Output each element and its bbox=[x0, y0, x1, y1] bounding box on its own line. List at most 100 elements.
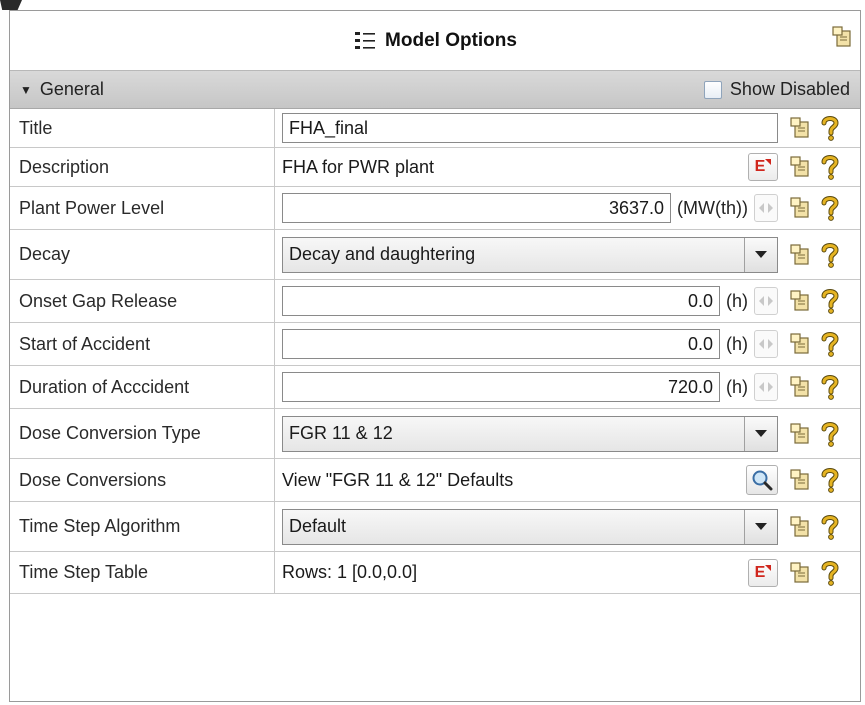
row-label: Time Step Algorithm bbox=[10, 502, 275, 551]
table-row: Duration of Acccident 720.0 (h) bbox=[10, 366, 860, 409]
show-disabled-checkbox[interactable] bbox=[703, 80, 722, 99]
row-actions bbox=[784, 148, 860, 186]
table-row: Onset Gap Release 0.0 (h) bbox=[10, 280, 860, 323]
collapse-triangle-icon[interactable]: ▼ bbox=[20, 83, 32, 97]
row-value-text: View "FGR 11 & 12" Defaults bbox=[282, 469, 514, 490]
table-row: Title FHA_final bbox=[10, 109, 860, 148]
question-mark-icon[interactable] bbox=[818, 242, 842, 268]
dropdown-value: FGR 11 & 12 bbox=[289, 423, 393, 443]
chevron-down-icon[interactable] bbox=[744, 416, 777, 451]
table-row: Plant Power Level 3637.0 (MW(th)) bbox=[10, 187, 860, 230]
spinner-arrows-icon[interactable] bbox=[754, 287, 778, 315]
row-value-cell: FGR 11 & 12 bbox=[275, 409, 784, 458]
unit-label: (h) bbox=[726, 333, 748, 354]
row-label: Onset Gap Release bbox=[10, 280, 275, 322]
row-label: Plant Power Level bbox=[10, 187, 275, 229]
row-actions bbox=[784, 109, 860, 147]
unit-label: (h) bbox=[726, 290, 748, 311]
question-mark-icon[interactable] bbox=[818, 514, 842, 540]
row-actions bbox=[784, 323, 860, 365]
question-mark-icon[interactable] bbox=[818, 375, 842, 400]
numeric-field[interactable]: 0.0 bbox=[282, 286, 720, 316]
row-actions bbox=[784, 459, 860, 501]
question-mark-icon[interactable] bbox=[818, 289, 842, 314]
magnifier-icon bbox=[750, 468, 774, 492]
row-label: Title bbox=[10, 109, 275, 147]
chevron-down-icon[interactable] bbox=[744, 509, 777, 544]
view-defaults-button[interactable] bbox=[746, 465, 778, 495]
table-row: Time Step Algorithm Default bbox=[10, 502, 860, 552]
row-value-cell: 0.0 (h) bbox=[275, 323, 784, 365]
numeric-field[interactable]: 3637.0 bbox=[282, 193, 672, 223]
row-label: Duration of Acccident bbox=[10, 366, 275, 408]
dropdown-select[interactable]: Default bbox=[282, 508, 778, 545]
pin-notes-icon[interactable] bbox=[788, 243, 812, 267]
spinner-arrows-icon[interactable] bbox=[754, 194, 778, 222]
question-mark-icon[interactable] bbox=[818, 155, 842, 180]
row-label: Time Step Table bbox=[10, 552, 275, 593]
panel-title: Model Options bbox=[385, 29, 517, 51]
spinner-arrows-icon[interactable] bbox=[754, 373, 778, 401]
unit-label: (MW(th)) bbox=[677, 197, 748, 218]
pin-notes-icon[interactable] bbox=[788, 515, 812, 539]
row-actions bbox=[784, 502, 860, 551]
options-table: Title FHA_final Description FHA for PWR pla… bbox=[10, 109, 860, 594]
table-row: Dose Conversion Type FGR 11 & 12 bbox=[10, 409, 860, 459]
dropdown-select[interactable]: Decay and daughtering bbox=[282, 236, 778, 273]
question-mark-icon[interactable] bbox=[818, 332, 842, 357]
question-mark-icon[interactable] bbox=[818, 196, 842, 221]
row-actions bbox=[784, 409, 860, 458]
row-label: Dose Conversion Type bbox=[10, 409, 275, 458]
dropdown-select[interactable]: FGR 11 & 12 bbox=[282, 415, 778, 452]
row-value-cell: 0.0 (h) bbox=[275, 280, 784, 322]
pin-notes-icon[interactable] bbox=[788, 155, 812, 179]
row-value-cell: FHA_final bbox=[275, 109, 784, 147]
dropdown-value: Decay and daughtering bbox=[289, 244, 476, 264]
row-value-cell: 3637.0 (MW(th)) bbox=[275, 187, 784, 229]
pin-notes-icon[interactable] bbox=[788, 196, 812, 220]
pin-notes-icon[interactable] bbox=[788, 289, 812, 313]
pin-notes-icon[interactable] bbox=[788, 375, 812, 399]
row-label: Start of Accident bbox=[10, 323, 275, 365]
show-disabled-label: Show Disabled bbox=[729, 79, 850, 99]
pin-notes-icon[interactable] bbox=[788, 561, 812, 585]
model-options-panel: Model Options ▼ General Show Disabled Ti… bbox=[9, 10, 861, 702]
table-row: Description FHA for PWR plant E bbox=[10, 148, 860, 187]
pin-notes-icon[interactable] bbox=[788, 468, 812, 492]
row-actions bbox=[784, 552, 860, 593]
numeric-field[interactable]: 720.0 bbox=[282, 372, 720, 402]
top-edge-artifact bbox=[0, 0, 22, 10]
row-value-cell: 720.0 (h) bbox=[275, 366, 784, 408]
edit-button[interactable]: E bbox=[748, 153, 778, 181]
chevron-down-icon[interactable] bbox=[744, 237, 777, 272]
table-row: Dose Conversions View "FGR 11 & 12" Defau… bbox=[10, 459, 860, 502]
table-row: Time Step Table Rows: 1 [0.0,0.0] E bbox=[10, 552, 860, 594]
list-icon bbox=[353, 29, 377, 53]
row-label: Description bbox=[10, 148, 275, 186]
row-label: Decay bbox=[10, 230, 275, 279]
title-field[interactable]: FHA_final bbox=[282, 113, 778, 143]
section-title: General bbox=[39, 79, 104, 99]
edit-glyph: E bbox=[754, 158, 766, 175]
edit-glyph: E bbox=[754, 563, 766, 581]
numeric-field[interactable]: 0.0 bbox=[282, 329, 720, 359]
row-value-cell: Rows: 1 [0.0,0.0] E bbox=[275, 552, 784, 593]
question-mark-icon[interactable] bbox=[818, 421, 842, 447]
pin-notes-icon[interactable] bbox=[788, 332, 812, 356]
question-mark-icon[interactable] bbox=[818, 116, 842, 141]
pin-notes-icon[interactable] bbox=[788, 116, 812, 140]
row-actions bbox=[784, 230, 860, 279]
spinner-arrows-icon[interactable] bbox=[754, 330, 778, 358]
question-mark-icon[interactable] bbox=[818, 468, 842, 493]
edit-button[interactable]: E bbox=[748, 558, 778, 587]
row-value-cell: Decay and daughtering bbox=[275, 230, 784, 279]
row-actions bbox=[784, 187, 860, 229]
row-actions bbox=[784, 366, 860, 408]
pin-notes-icon[interactable] bbox=[830, 25, 854, 49]
question-mark-icon[interactable] bbox=[818, 560, 842, 586]
table-row: Decay Decay and daughtering bbox=[10, 230, 860, 280]
pin-notes-icon[interactable] bbox=[788, 422, 812, 446]
section-general[interactable]: ▼ General Show Disabled bbox=[10, 71, 860, 109]
row-value-cell: View "FGR 11 & 12" Defaults bbox=[275, 459, 784, 501]
row-label: Dose Conversions bbox=[10, 459, 275, 501]
